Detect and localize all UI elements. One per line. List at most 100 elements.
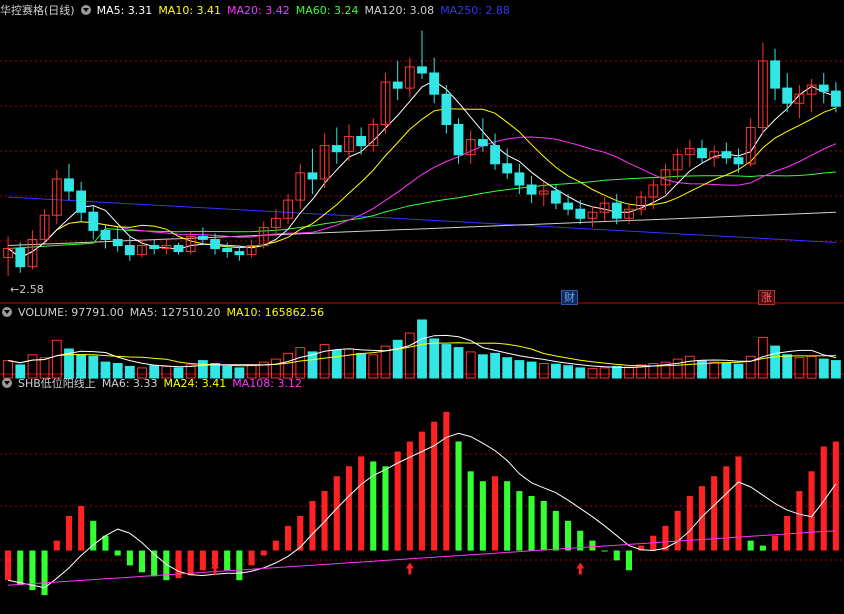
indicator-bar bbox=[443, 411, 450, 551]
candle-body bbox=[124, 245, 135, 256]
stock-chart-window: 华控赛格(日线) MA5: 3.31 MA10: 3.41 MA20: 3.42 MA6… bbox=[0, 0, 844, 614]
volume-bar bbox=[331, 349, 342, 379]
volume-bar bbox=[551, 363, 561, 379]
candle-body bbox=[514, 172, 525, 186]
volume-bar bbox=[526, 361, 537, 379]
indicator-bar bbox=[90, 520, 97, 551]
indicator-bar bbox=[394, 451, 401, 551]
volume-bar bbox=[806, 355, 817, 379]
volume-label: VOLUME: 97791.00 bbox=[18, 306, 124, 319]
indicator-bar bbox=[321, 491, 328, 551]
indicator-bar bbox=[17, 550, 24, 586]
indicator-bar bbox=[686, 496, 693, 551]
volume-bar bbox=[818, 358, 829, 379]
buy-signal-arrow-icon bbox=[405, 562, 414, 575]
ma10-label: MA10: 3.41 bbox=[158, 4, 222, 17]
volume-bar bbox=[295, 347, 306, 379]
buy-signal-arrow-icon bbox=[576, 562, 585, 575]
volume-bar bbox=[624, 366, 634, 379]
candle-body bbox=[356, 136, 367, 147]
volume-bar bbox=[453, 347, 464, 379]
dropdown-icon[interactable] bbox=[80, 5, 91, 15]
volume-bar bbox=[538, 363, 549, 379]
indicator-bar bbox=[674, 510, 681, 551]
indicator-bar bbox=[272, 540, 279, 551]
volume-bar bbox=[490, 352, 501, 379]
indicator-bar bbox=[772, 535, 779, 551]
candle-body bbox=[429, 72, 440, 95]
candle-body bbox=[222, 248, 233, 252]
indicator-bar bbox=[53, 540, 60, 551]
volume-bar bbox=[356, 352, 367, 379]
indicator-bar bbox=[492, 476, 499, 551]
volume-bar bbox=[599, 367, 610, 379]
indicator-bar bbox=[808, 471, 815, 551]
price-header: 华控赛格(日线) MA5: 3.31 MA10: 3.41 MA20: 3.42 MA6… bbox=[0, 3, 516, 19]
indicator-bar bbox=[552, 510, 559, 551]
indicator-bar bbox=[504, 481, 511, 551]
limit-up-badge[interactable]: 涨 bbox=[758, 290, 775, 305]
ind-ma6-label: MA6: 3.33 bbox=[101, 377, 158, 390]
indicator-bar bbox=[333, 476, 340, 551]
indicator-bar bbox=[126, 550, 133, 566]
volume-bar bbox=[709, 361, 720, 379]
indicator-bar bbox=[711, 476, 718, 551]
volume-bar bbox=[368, 354, 379, 379]
indicator-bar bbox=[199, 550, 206, 571]
indicator-bar bbox=[759, 545, 766, 551]
candle-body bbox=[234, 251, 245, 256]
price-title: 华控赛格(日线) bbox=[0, 4, 75, 17]
volume-bar bbox=[831, 360, 841, 379]
volume-bar bbox=[319, 344, 330, 379]
volume-bar bbox=[392, 339, 403, 379]
candle-body bbox=[76, 190, 86, 213]
candle-body bbox=[563, 202, 574, 210]
finance-badge[interactable]: 财 bbox=[561, 290, 578, 305]
indicator-bar bbox=[236, 550, 243, 581]
candle-body bbox=[611, 202, 622, 219]
indicator-bar bbox=[309, 501, 316, 551]
indicator-bar bbox=[832, 441, 839, 551]
indicator-bar bbox=[613, 550, 620, 561]
volume-header: VOLUME: 97791.00 MA5: 127510.20 MA10: 1658… bbox=[0, 305, 330, 321]
indicator-bar bbox=[747, 540, 754, 551]
volume-bar bbox=[514, 360, 525, 379]
volume-bar bbox=[721, 363, 732, 379]
volume-bar bbox=[563, 365, 574, 379]
indicator-bar bbox=[285, 525, 292, 551]
ma60-line bbox=[8, 171, 836, 249]
volume-bar bbox=[782, 354, 793, 379]
candle-body bbox=[64, 178, 74, 192]
candle-body bbox=[100, 229, 111, 240]
ma120-label: MA120: 3.08 bbox=[364, 4, 435, 17]
ma5-label: MA5: 3.31 bbox=[96, 4, 153, 17]
candle-body bbox=[15, 248, 26, 268]
indicator-bar bbox=[431, 421, 438, 551]
candle-body bbox=[453, 123, 464, 156]
volume-bar bbox=[51, 339, 62, 379]
indicator-bar bbox=[5, 550, 12, 581]
volume-bar bbox=[478, 354, 488, 379]
dropdown-icon[interactable] bbox=[2, 378, 12, 388]
ma10-line bbox=[7, 107, 837, 259]
volume-bar bbox=[733, 363, 744, 379]
vol-ma10-label: MA10: 165862.56 bbox=[226, 306, 325, 319]
candle-body bbox=[88, 211, 99, 231]
indicator-bar bbox=[358, 456, 365, 551]
candle-body bbox=[526, 184, 537, 195]
lowest-price-label: ←2.58 bbox=[10, 283, 44, 296]
candle-body bbox=[173, 245, 184, 253]
volume-bar bbox=[27, 354, 38, 379]
volume-bar bbox=[672, 358, 683, 379]
volume-bar bbox=[417, 319, 427, 379]
indicator-bar bbox=[528, 496, 535, 551]
indicator-bar bbox=[625, 550, 632, 571]
volume-bar bbox=[404, 332, 415, 379]
candle-body bbox=[782, 87, 793, 104]
dropdown-icon[interactable] bbox=[2, 307, 12, 317]
volume-bar bbox=[575, 367, 586, 379]
volume-bar bbox=[794, 357, 805, 379]
ma60-label: MA60: 3.24 bbox=[295, 4, 359, 17]
indicator-bar bbox=[114, 550, 121, 556]
volume-bar bbox=[76, 354, 86, 379]
